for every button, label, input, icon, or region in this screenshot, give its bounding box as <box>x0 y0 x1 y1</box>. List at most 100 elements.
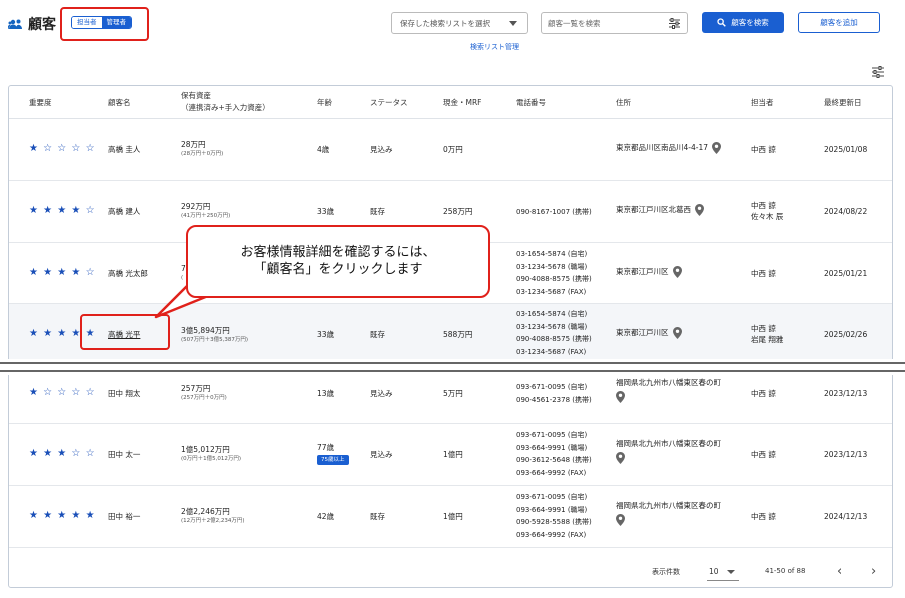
assets-value: 257万円 <box>181 384 211 393</box>
status-value: 既存 <box>370 512 385 521</box>
screenshot-break-line <box>0 362 905 364</box>
assets-breakdown: (41万円＋250万円) <box>181 213 231 219</box>
importance-stars[interactable]: ★ ★ ★ ★ ★ <box>29 510 96 521</box>
cash-value: 1億円 <box>443 450 463 459</box>
callout-text: お客様情報詳細を確認するには、 「顧客名」をクリックします <box>188 244 488 278</box>
customer-name-link[interactable]: 高橋 圭人 <box>108 144 140 155</box>
people-icon <box>8 18 24 30</box>
column-header-age[interactable]: 年齢 <box>317 97 332 108</box>
staff-value: 中西 諒 <box>751 389 776 398</box>
age-value: 13歳 <box>317 389 335 398</box>
chevron-down-icon <box>509 21 517 26</box>
importance-stars[interactable]: ★ ☆ ☆ ☆ ☆ <box>29 387 96 398</box>
map-pin-icon[interactable] <box>616 514 625 526</box>
column-header-phone: 電話番号 <box>516 98 546 107</box>
updated-value: 2025/02/26 <box>824 330 868 339</box>
importance-stars[interactable]: ★ ★ ★ ★ ☆ <box>29 267 96 278</box>
status-value: 見込み <box>370 145 393 154</box>
importance-stars[interactable]: ★ ☆ ☆ ☆ ☆ <box>29 143 96 154</box>
assets-breakdown: (257万円＋0万円) <box>181 395 227 401</box>
phone-line: 03-1234-5678 (職場) <box>516 262 588 271</box>
staff-value: 中西 諒 <box>751 145 776 154</box>
importance-stars[interactable]: ★ ★ ★ ☆ ☆ <box>29 448 96 459</box>
customer-name-link[interactable]: 田中 裕一 <box>108 511 140 522</box>
table-row[interactable]: ★ ★ ★ ★ ★ 田中 裕一 2億2,246万円 (12万円＋2億2,234万円… <box>9 486 892 548</box>
age-badge: 75歳以上 <box>317 455 349 465</box>
phone-line: 093-671-0095 (自宅) <box>516 431 588 439</box>
add-customer-button[interactable]: 顧客を追加 <box>798 12 880 33</box>
chevron-down-icon[interactable] <box>727 570 735 574</box>
page-title: 顧客 <box>28 17 56 33</box>
phone-cell: 093-671-0095 (自宅) 093-664-9991 (職場) 090-… <box>516 429 592 479</box>
assets-cell: 28万円 (28万円＋0万円) <box>181 139 223 159</box>
column-header-updated[interactable]: 最終更新日 <box>824 97 862 108</box>
map-pin-icon[interactable] <box>672 327 682 339</box>
importance-stars[interactable]: ★ ★ ★ ★ ☆ <box>29 205 96 216</box>
screenshot-break-line <box>0 370 905 372</box>
address-value: 東京都江戸川区 <box>616 328 669 337</box>
assets-cell: 292万円 (41万円＋250万円) <box>181 201 230 221</box>
phone-line: 03-1654-5874 (自宅) <box>516 310 588 318</box>
table-row[interactable]: ★ ☆ ☆ ☆ ☆ 高橋 圭人 28万円 (28万円＋0万円) 4歳 見込み 0万… <box>9 119 892 181</box>
column-header-staff: 担当者 <box>751 98 774 107</box>
column-header-status[interactable]: ステータス <box>370 97 408 108</box>
search-customer-button[interactable]: 顧客を検索 <box>702 12 784 33</box>
cash-value: 258万円 <box>443 207 473 216</box>
customer-name-link[interactable]: 田中 太一 <box>108 449 140 460</box>
column-header-name[interactable]: 顧客名 <box>108 97 131 108</box>
assets-breakdown: (507万円＋3億5,387万円) <box>181 337 249 343</box>
phone-line: 093-671-0095 (自宅) <box>516 493 588 501</box>
assets-value: 28万円 <box>181 140 206 149</box>
cash-value: 1億円 <box>443 512 463 521</box>
map-pin-icon[interactable] <box>616 452 625 464</box>
page-header: 顧客 担当者 管理者 保存した検索リストを選択 顧客を検索 顧客を追加 検索リス… <box>0 0 905 78</box>
customer-name-link[interactable]: 田中 翔太 <box>108 388 140 399</box>
customer-search-field[interactable] <box>541 12 688 34</box>
updated-value: 2023/12/13 <box>824 389 868 398</box>
assets-breakdown: (0万円＋1億5,012万円) <box>181 456 242 462</box>
prev-page-button[interactable]: ‹ <box>837 564 842 579</box>
staff-cell: 中西 諒岩尾 翔雅 <box>751 323 783 345</box>
status-value: 見込み <box>370 389 393 398</box>
map-pin-icon[interactable] <box>616 391 625 403</box>
map-pin-icon[interactable] <box>695 204 704 216</box>
address-value: 福岡県北九州市八幡東区春の町 <box>616 439 721 448</box>
status-value: 既存 <box>370 330 385 339</box>
customer-name-link[interactable]: 高橋 建人 <box>108 206 140 217</box>
cash-value: 0万円 <box>443 145 463 154</box>
assets-value: 292万円 <box>181 202 211 211</box>
address-value: 東京都江戸川区北葛西 <box>616 205 691 214</box>
per-page-underline <box>707 580 739 581</box>
assets-cell: 2億2,246万円 (12万円＋2億2,234万円) <box>181 506 245 526</box>
next-page-button[interactable]: › <box>871 564 876 579</box>
phone-cell: 093-671-0095 (自宅) 093-664-9991 (職場) 090-… <box>516 491 592 541</box>
per-page-select[interactable]: 10 <box>709 567 719 576</box>
search-customer-button-label: 顧客を検索 <box>731 18 769 27</box>
column-settings-icon[interactable] <box>871 66 885 78</box>
map-pin-icon[interactable] <box>712 142 721 154</box>
address-value: 福岡県北九州市八幡東区春の町 <box>616 501 721 510</box>
updated-value: 2025/01/08 <box>824 145 868 154</box>
customer-name-link[interactable]: 高橋 光太郎 <box>108 268 148 279</box>
map-pin-icon[interactable] <box>672 266 682 278</box>
updated-value: 2023/12/13 <box>824 450 868 459</box>
callout-line-1: お客様情報詳細を確認するには、 <box>240 245 436 260</box>
search-list-manage-link[interactable]: 検索リスト管理 <box>470 42 519 52</box>
filter-icon[interactable] <box>668 17 681 30</box>
updated-value: 2024/12/13 <box>824 512 868 521</box>
address-cell: 福岡県北九州市八幡東区春の町 <box>616 377 721 403</box>
phone-line: 090-4088-8575 (携帯) <box>516 275 592 283</box>
table-row[interactable]: ★ ☆ ☆ ☆ ☆ 田中 翔太 257万円 (257万円＋0万円) 13歳 見込み… <box>9 370 892 424</box>
column-header-cash[interactable]: 現金・MRF <box>443 97 482 108</box>
search-input[interactable] <box>548 17 663 30</box>
assets-cell: 1億5,012万円 (0万円＋1億5,012万円) <box>181 444 241 464</box>
phone-line: 093-664-9991 (職場) <box>516 443 588 452</box>
table-row[interactable]: ★ ★ ★ ☆ ☆ 田中 太一 1億5,012万円 (0万円＋1億5,012万円)… <box>9 424 892 486</box>
age-value: 77歳 <box>317 443 335 452</box>
saved-list-select[interactable]: 保存した検索リストを選択 <box>391 12 528 34</box>
cash-value: 5万円 <box>443 389 463 398</box>
staff-value: 中西 諒 <box>751 512 776 521</box>
phone-cell: 090-8167-1007 (携帯) <box>516 206 592 219</box>
column-header-importance[interactable]: 重要度 <box>29 97 52 108</box>
column-header-assets[interactable]: 保有資産 <box>181 90 211 101</box>
